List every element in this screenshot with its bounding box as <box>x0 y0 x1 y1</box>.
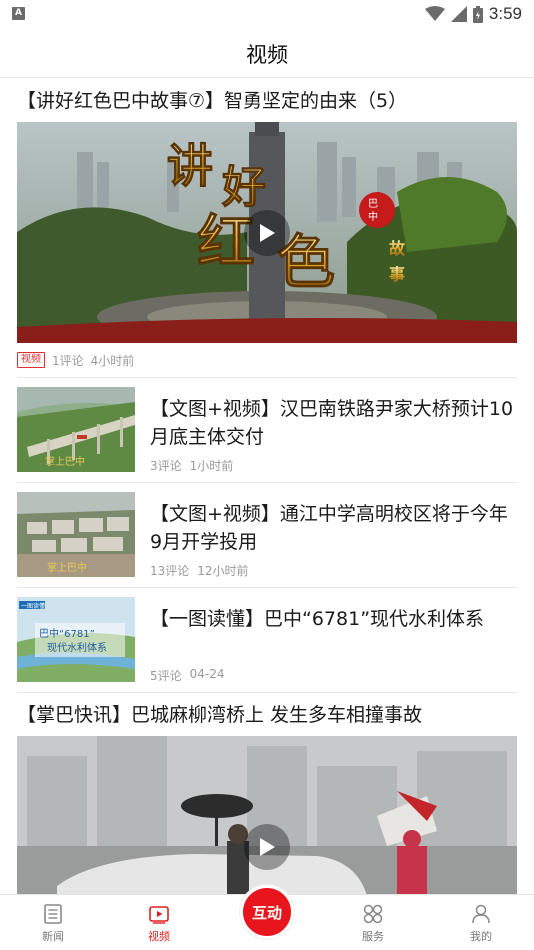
play-button[interactable] <box>244 823 290 870</box>
svg-text:事: 事 <box>389 265 405 284</box>
featured-cover-image <box>17 736 517 894</box>
page-title: 视频 <box>246 43 288 67</box>
svg-text:一图读懂: 一图读懂 <box>21 602 45 610</box>
item-meta: 5评论 04-24 <box>150 667 225 684</box>
featured-video-meta: 视频 1评论 4小时前 <box>17 343 517 377</box>
svg-text:好: 好 <box>221 162 266 213</box>
play-icon <box>260 837 275 856</box>
interact-button[interactable]: 互动 <box>240 885 294 939</box>
item-title[interactable]: 【文图+视频】汉巴南铁路尹家大桥预计10月底主体交付 <box>150 387 517 451</box>
featured-video-cover[interactable] <box>17 736 517 894</box>
comment-count: 3评论 <box>150 459 182 473</box>
tab-label: 新闻 <box>42 930 64 943</box>
svg-text:中: 中 <box>368 210 378 223</box>
svg-text:巴中“6781”: 巴中“6781” <box>39 627 95 640</box>
item-title[interactable]: 【文图+视频】通江中学高明校区将于今年9月开学投用 <box>150 492 517 556</box>
comment-count: 13评论 <box>150 564 190 578</box>
featured-video-title[interactable]: 【掌巴快讯】巴城麻柳湾桥上 发生多车相撞事故 <box>17 693 517 736</box>
tab-label: 视频 <box>148 930 170 943</box>
item-meta: 13评论 12小时前 <box>150 562 249 579</box>
video-icon <box>149 906 169 924</box>
publish-time: 4小时前 <box>90 353 135 368</box>
tab-news[interactable]: 新闻 <box>8 895 98 950</box>
comment-count: 1评论 <box>52 353 84 368</box>
play-button[interactable] <box>244 209 290 256</box>
bottom-tab-bar: 新闻 视频 互动 服务 我的 <box>0 885 534 950</box>
featured-video-item[interactable]: 【讲好红色巴中故事⑦】智勇坚定的由来（5） 讲 好 红 色 巴 中 故 事 视频… <box>0 79 534 377</box>
svg-text:掌上巴中: 掌上巴中 <box>45 455 85 468</box>
status-time: 3:59 <box>488 4 522 23</box>
notification-icon: A <box>12 7 25 20</box>
comment-count: 5评论 <box>150 669 182 683</box>
item-body: 【一图读懂】巴中“6781”现代水利体系 5评论 04-24 <box>150 597 517 684</box>
app-header: 视频 <box>0 28 534 78</box>
item-body: 【文图+视频】通江中学高明校区将于今年9月开学投用 13评论 12小时前 <box>150 492 517 579</box>
publish-time: 1小时前 <box>189 459 234 473</box>
tab-profile[interactable]: 我的 <box>436 895 526 950</box>
interact-button-label: 互动 <box>251 903 282 922</box>
featured-video-title[interactable]: 【讲好红色巴中故事⑦】智勇坚定的由来（5） <box>17 79 517 122</box>
person-icon <box>472 904 490 924</box>
play-icon <box>260 223 275 242</box>
signal-icon <box>450 6 467 22</box>
publish-time: 04-24 <box>189 667 225 681</box>
list-item[interactable]: 一图读懂 巴中“6781” 现代水利体系 【一图读懂】巴中“6781”现代水利体… <box>0 588 534 692</box>
video-tag-badge: 视频 <box>17 352 45 368</box>
item-thumbnail: 掌上巴中 <box>17 387 135 472</box>
svg-text:现代水利体系: 现代水利体系 <box>47 642 107 654</box>
grid-icon <box>363 904 383 924</box>
item-meta: 3评论 1小时前 <box>150 457 233 474</box>
item-body: 【文图+视频】汉巴南铁路尹家大桥预计10月底主体交付 3评论 1小时前 <box>150 387 517 474</box>
featured-video-item[interactable]: 【掌巴快讯】巴城麻柳湾桥上 发生多车相撞事故 <box>0 693 534 894</box>
svg-text:故: 故 <box>389 239 406 258</box>
publish-time: 12小时前 <box>197 564 249 578</box>
item-thumbnail: 一图读懂 巴中“6781” 现代水利体系 <box>17 597 135 682</box>
tab-service[interactable]: 服务 <box>328 895 418 950</box>
svg-text:掌上巴中: 掌上巴中 <box>47 561 87 574</box>
tab-video[interactable]: 视频 <box>114 895 204 950</box>
status-right: 3:59 <box>424 3 522 25</box>
status-bar: A 3:59 <box>0 0 534 28</box>
tab-label: 服务 <box>362 930 384 943</box>
svg-text:巴: 巴 <box>368 198 378 210</box>
item-title[interactable]: 【一图读懂】巴中“6781”现代水利体系 <box>150 597 517 633</box>
featured-video-cover[interactable]: 讲 好 红 色 巴 中 故 事 <box>17 122 517 343</box>
list-item[interactable]: 掌上巴中 【文图+视频】通江中学高明校区将于今年9月开学投用 13评论 12小时… <box>0 483 534 587</box>
newspaper-icon <box>44 904 62 924</box>
list-item[interactable]: 掌上巴中 【文图+视频】汉巴南铁路尹家大桥预计10月底主体交付 3评论 1小时前 <box>0 378 534 482</box>
svg-text:讲: 讲 <box>167 139 213 193</box>
tab-label: 我的 <box>470 930 492 943</box>
wifi-icon <box>424 6 445 21</box>
video-feed[interactable]: 【讲好红色巴中故事⑦】智勇坚定的由来（5） 讲 好 红 色 巴 中 故 事 视频… <box>0 79 534 894</box>
item-thumbnail: 掌上巴中 <box>17 492 135 577</box>
battery-icon <box>472 5 483 23</box>
